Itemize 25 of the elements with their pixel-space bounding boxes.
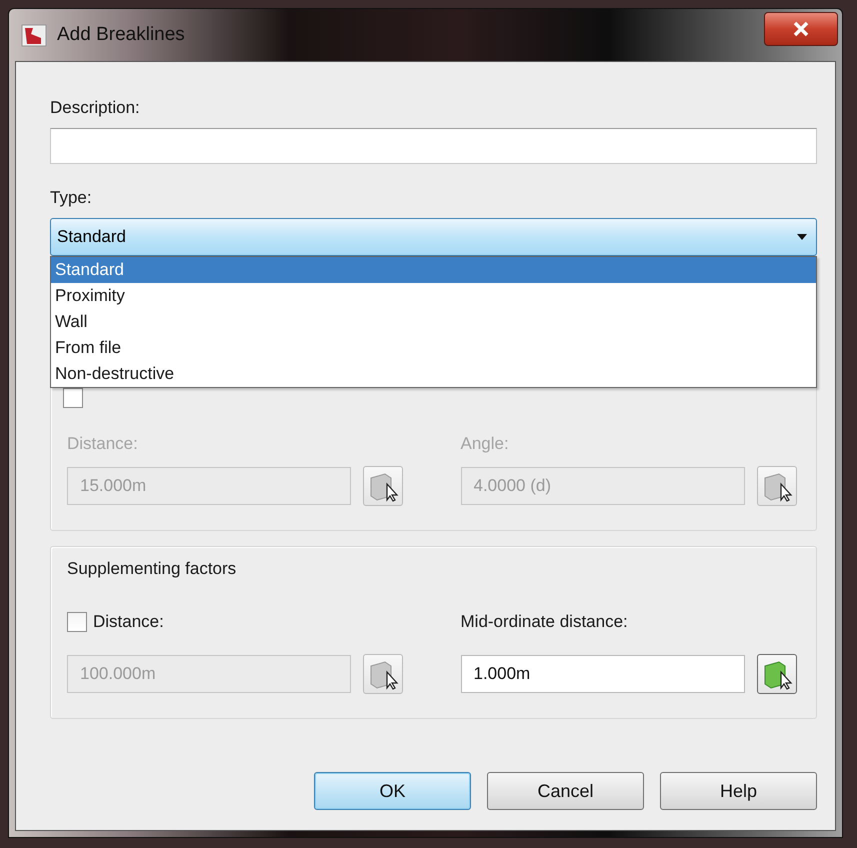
field-label: Type: — [50, 188, 93, 208]
caret-icon — [796, 233, 808, 241]
field-label: Distance: — [67, 434, 139, 454]
dialog-button[interactable]: Cancel — [487, 772, 644, 810]
dropdown-option[interactable]: Standard — [51, 257, 816, 283]
checkbox-label: Distance: — [93, 612, 164, 632]
close-button[interactable] — [764, 12, 838, 46]
dropdown-option[interactable]: Wall — [51, 309, 816, 335]
group-title: Supplementing factors — [67, 559, 238, 579]
app-icon — [21, 22, 47, 48]
field-label: Description: — [50, 98, 141, 118]
dropdown-option[interactable]: Proximity — [51, 283, 816, 309]
description-field[interactable] — [50, 128, 817, 164]
dropdown-option[interactable]: From file — [51, 335, 816, 361]
window-title: Add Breaklines — [57, 24, 186, 46]
dialog-button[interactable]: OK — [314, 772, 471, 810]
field-label: Angle: — [460, 434, 510, 454]
pick-button[interactable] — [756, 654, 796, 694]
dropdown-option[interactable]: Non-destructive — [51, 361, 816, 387]
dialog-button[interactable]: Help — [660, 772, 817, 810]
checkbox[interactable] — [63, 388, 83, 408]
field-label: Mid-ordinate distance: — [460, 611, 629, 633]
value-field[interactable]: 1.000m — [460, 655, 744, 693]
close-icon — [792, 21, 810, 37]
type-dropdown[interactable]: Standard — [50, 218, 817, 256]
